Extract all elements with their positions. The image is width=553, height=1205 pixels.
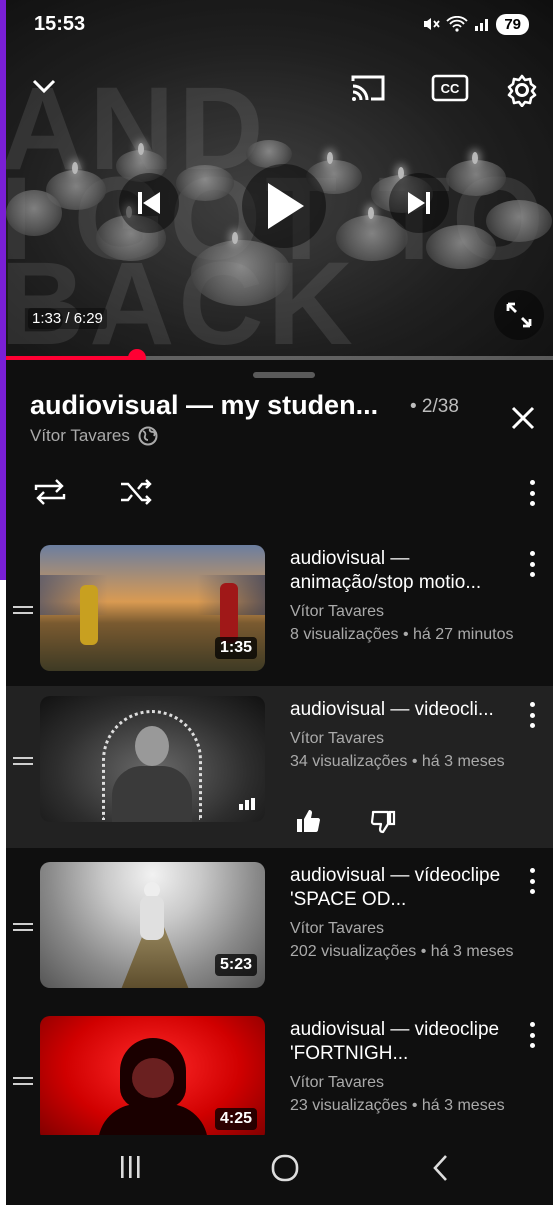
cast-button[interactable] xyxy=(346,68,390,108)
drag-grip-icon[interactable] xyxy=(13,606,33,616)
close-icon xyxy=(511,406,535,430)
back-icon xyxy=(433,1155,447,1181)
video-meta: audiovisual — videocli... Vítor Tavares … xyxy=(290,698,516,772)
video-title[interactable]: audiovisual — animação/stop motio... xyxy=(290,547,516,595)
video-duration: 5:23 xyxy=(214,954,257,976)
playlist-owner-name: Vítor Tavares xyxy=(30,426,130,445)
next-icon xyxy=(408,192,430,214)
next-button[interactable] xyxy=(389,173,449,233)
video-thumbnail[interactable]: 4:25 xyxy=(40,1016,265,1142)
progress-bar[interactable] xyxy=(6,349,553,360)
video-channel: Vítor Tavares xyxy=(290,1074,384,1091)
drag-grip-icon[interactable] xyxy=(13,923,33,933)
dislike-button[interactable] xyxy=(370,808,396,839)
system-nav-bar xyxy=(6,1135,553,1205)
wifi-icon xyxy=(446,16,468,32)
video-channel: Vítor Tavares xyxy=(290,603,384,620)
video-player[interactable]: AND I GOT TO BACK xyxy=(6,0,553,360)
status-time: 15:53 xyxy=(34,12,86,35)
playlist-item[interactable]: 1:35 audiovisual — animação/stop motio..… xyxy=(6,535,553,697)
video-meta: audiovisual — vídeoclipe 'SPACE OD... Ví… xyxy=(290,864,516,962)
playlist-item[interactable]: 5:23 audiovisual — vídeoclipe 'SPACE OD.… xyxy=(6,852,553,1014)
status-bar: 15:53 79 xyxy=(6,0,553,48)
thumbs-up-icon xyxy=(297,810,320,832)
captions-icon: CC xyxy=(431,74,469,102)
shuffle-button[interactable] xyxy=(118,476,154,508)
video-title[interactable]: audiovisual — vídeoclipe 'SPACE OD... xyxy=(290,864,516,912)
settings-button[interactable] xyxy=(502,70,542,110)
video-timecode: 1:33 / 6:29 xyxy=(28,308,107,329)
now-playing-icon xyxy=(239,798,255,810)
like-button[interactable] xyxy=(295,808,321,839)
back-button[interactable] xyxy=(430,1153,452,1188)
signal-icon xyxy=(475,19,489,31)
panel-drag-handle[interactable] xyxy=(253,372,315,378)
previous-icon xyxy=(138,192,160,214)
video-thumbnail[interactable] xyxy=(40,696,265,822)
video-more-button[interactable] xyxy=(525,1020,539,1050)
video-thumbnail[interactable]: 1:35 xyxy=(40,545,265,671)
home-button[interactable] xyxy=(270,1153,300,1188)
screen-frame: AND I GOT TO BACK xyxy=(0,0,553,1205)
previous-button[interactable] xyxy=(119,173,179,233)
collapse-player-button[interactable] xyxy=(28,70,60,102)
video-stats: 34 visualizações • há 3 meses xyxy=(290,753,505,770)
video-more-button[interactable] xyxy=(525,866,539,896)
gear-icon xyxy=(507,74,537,107)
chevron-down-icon xyxy=(32,79,56,94)
playlist-position: • 2/38 xyxy=(410,396,459,417)
svg-text:CC: CC xyxy=(441,81,460,96)
cast-icon xyxy=(351,75,385,101)
shuffle-icon xyxy=(121,479,152,505)
captions-button[interactable]: CC xyxy=(428,70,472,106)
close-playlist-button[interactable] xyxy=(505,400,541,436)
playlist-more-button[interactable] xyxy=(525,478,539,508)
playlist-owner: Vítor Tavares xyxy=(30,426,158,446)
recents-icon xyxy=(121,1156,140,1178)
play-icon xyxy=(268,183,304,229)
playlist-item-current[interactable]: audiovisual — videocli... Vítor Tavares … xyxy=(6,686,553,848)
video-channel: Vítor Tavares xyxy=(290,730,384,747)
video-duration: 4:25 xyxy=(214,1108,257,1130)
video-thumbnail[interactable]: 5:23 xyxy=(40,862,265,988)
recents-button[interactable] xyxy=(116,1153,144,1186)
youtube-app: AND I GOT TO BACK xyxy=(6,0,553,1205)
video-stats: 8 visualizações • há 27 minutos xyxy=(290,626,514,643)
video-duration: 1:35 xyxy=(214,637,257,659)
playlist-title: audiovisual — my studen... xyxy=(30,390,379,420)
loop-icon xyxy=(34,479,66,505)
home-icon xyxy=(271,1154,299,1182)
battery-icon: 79 xyxy=(496,13,529,35)
fullscreen-icon xyxy=(506,302,532,328)
video-meta: audiovisual — animação/stop motio... Vít… xyxy=(290,547,516,645)
globe-icon xyxy=(138,426,158,446)
drag-grip-icon[interactable] xyxy=(13,1077,33,1087)
video-title[interactable]: audiovisual — videoclipe 'FORTNIGH... xyxy=(290,1018,516,1066)
video-meta: audiovisual — videoclipe 'FORTNIGH... Ví… xyxy=(290,1018,516,1116)
loop-button[interactable] xyxy=(32,476,68,508)
video-more-button[interactable] xyxy=(525,549,539,579)
video-stats: 202 visualizações • há 3 meses xyxy=(290,943,514,960)
thumbs-down-icon xyxy=(370,810,396,834)
video-more-button[interactable] xyxy=(525,700,539,730)
progress-played xyxy=(6,356,138,360)
video-title[interactable]: audiovisual — videocli... xyxy=(290,698,516,722)
drag-grip-icon[interactable] xyxy=(13,757,33,767)
mute-icon xyxy=(424,18,441,30)
play-button[interactable] xyxy=(242,164,326,248)
video-stats: 23 visualizações • há 3 meses xyxy=(290,1097,505,1114)
video-channel: Vítor Tavares xyxy=(290,920,384,937)
status-icons: 79 xyxy=(422,13,529,35)
fullscreen-button[interactable] xyxy=(494,290,544,340)
